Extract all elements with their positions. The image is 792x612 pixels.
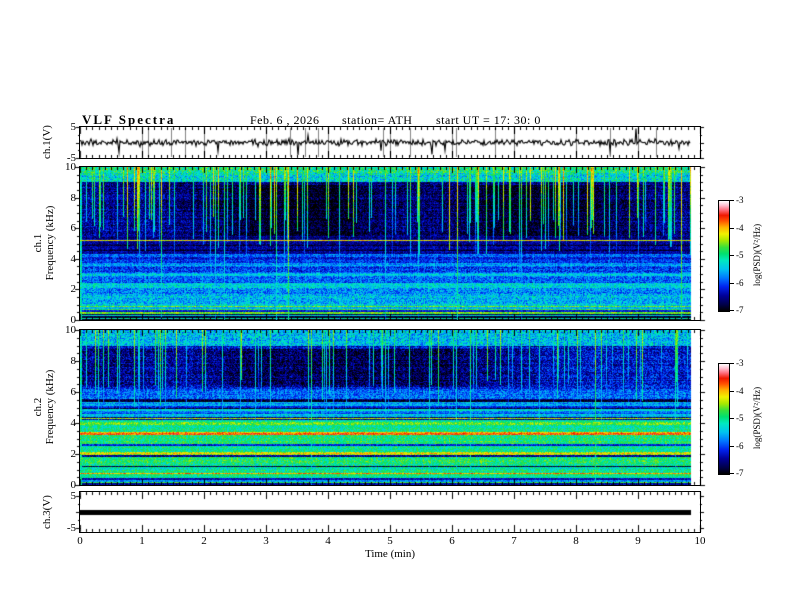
y-tick-label: 6: [70, 386, 77, 398]
colorbar-tick: [729, 391, 734, 392]
x-tick-label: 6: [449, 535, 455, 547]
colorbar-tick: [729, 228, 734, 229]
y-tick-label: 4: [70, 417, 77, 429]
y-tick-label: 10: [65, 324, 76, 336]
y-tick-label: 6: [70, 222, 77, 235]
colorbar-tick: [729, 283, 734, 284]
y-tick-label: 2: [70, 448, 77, 460]
ch1-spectrogram-panel: [79, 166, 701, 321]
x-tick-label: 2: [201, 535, 207, 547]
colorbar-tick-label: -3: [736, 358, 744, 368]
ch1-waveform-canvas: [80, 127, 700, 158]
colorbar-tick: [729, 363, 734, 364]
colorbar-tick-label: -7: [736, 305, 744, 315]
ch2-label: ch.2: [32, 397, 44, 417]
x-tick-label: 3: [263, 535, 269, 547]
colorbar-1: [718, 200, 730, 312]
y-tick-label: 8: [70, 191, 77, 204]
x-tick-label: 4: [325, 535, 331, 547]
y-tick-label: 8: [70, 355, 77, 367]
y-tick-label: -5: [66, 152, 76, 164]
colorbar-tick-label: -6: [736, 440, 744, 451]
ch2-spectrogram-canvas: [80, 330, 700, 485]
y-tick-label: 5: [70, 490, 77, 502]
x-tick-label: 7: [511, 535, 517, 547]
colorbar-tick-label: -4: [736, 385, 744, 396]
frequency-axis-label-1: Frequency (kHz): [44, 205, 56, 281]
colorbar-tick: [729, 473, 734, 474]
x-tick-label: 1: [139, 535, 145, 547]
colorbar-2: [718, 363, 730, 475]
x-tick-label: 8: [573, 535, 579, 547]
colorbar-tick-label: -5: [736, 413, 744, 423]
colorbar-tick-label: -3: [736, 195, 744, 205]
y-tick-label: 5: [70, 121, 77, 133]
colorbar-tick: [729, 418, 734, 419]
colorbar-tick-label: -7: [736, 468, 744, 478]
x-tick-label: 0: [77, 535, 83, 547]
colorbar-tick: [729, 200, 734, 201]
x-axis-label: Time (min): [364, 548, 416, 560]
colorbar-1-label: log(PSD)(V²/Hz): [752, 223, 762, 287]
y-tick-label: -5: [66, 522, 76, 534]
y-tick-label: 2: [70, 283, 77, 296]
ch1-spectrogram-canvas: [80, 167, 700, 320]
x-tick-label: 9: [635, 535, 641, 547]
colorbar-tick-label: -5: [736, 250, 744, 260]
frequency-axis-label-2: Frequency (kHz): [44, 369, 56, 445]
ch2-spectrogram-panel: [79, 329, 701, 486]
colorbar-tick-label: -6: [736, 277, 744, 288]
colorbar-tick: [729, 255, 734, 256]
colorbar-tick-label: -4: [736, 222, 744, 233]
ch3-waveform-canvas: [80, 492, 700, 532]
x-tick-label: 5: [387, 535, 393, 547]
colorbar-tick: [729, 446, 734, 447]
x-tick-label: 10: [694, 535, 706, 547]
y-tick-label: 4: [70, 252, 77, 265]
ch3-waveform-panel: [79, 491, 701, 533]
ch1-spectrogram-ylabel: ch.1 Frequency (kHz): [32, 206, 56, 281]
colorbar-2-label: log(PSD)(V²/Hz): [752, 386, 762, 450]
ch1-waveform-panel: [79, 126, 701, 159]
ch1-label: ch.1: [32, 233, 44, 253]
ch2-spectrogram-ylabel: ch.2 Frequency (kHz): [32, 370, 56, 445]
vlf-spectra-figure: VLF Spectra Feb. 6 , 2026 station= ATH s…: [0, 0, 792, 612]
colorbar-tick: [729, 310, 734, 311]
